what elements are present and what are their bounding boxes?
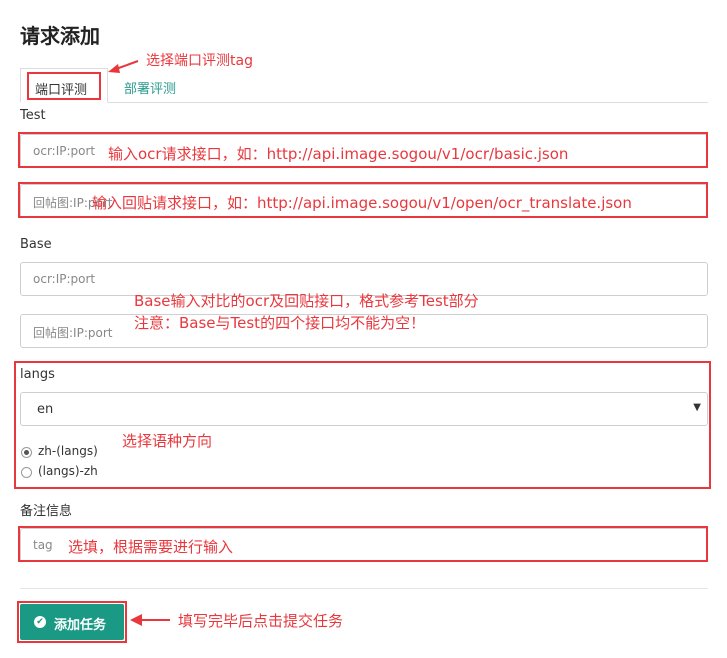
langs-label: langs: [20, 367, 55, 382]
base-label: Base: [20, 237, 52, 252]
tab-arrow-icon: [108, 60, 139, 73]
tab-deploy-eval[interactable]: 部署评测: [124, 78, 176, 97]
chevron-down-icon: ▼: [693, 402, 701, 413]
test-ocr-hint: 输入ocr请求接口，如：http://api.image.sogou/v1/oc…: [108, 145, 569, 163]
tab-highlight-box: [27, 72, 101, 100]
langs-selected-value: en: [37, 402, 54, 417]
radio-zh-langs[interactable]: [21, 447, 32, 458]
page-title: 请求添加: [20, 24, 100, 48]
remark-hint: 选填，根据需要进行输入: [68, 538, 234, 556]
langs-select[interactable]: en ▼: [20, 392, 708, 426]
tab-hint: 选择端口评测tag: [146, 53, 253, 69]
test-label: Test: [20, 108, 46, 123]
base-hint-line2: 注意：Base与Test的四个接口均不能为空！: [134, 314, 426, 332]
test-paste-hint: 输入回贴请求接口，如：http://api.image.sogou/v1/ope…: [92, 194, 632, 212]
base-hint-line1: Base输入对比的ocr及回贴接口，格式参考Test部分: [134, 292, 479, 310]
remark-label: 备注信息: [20, 504, 73, 519]
submit-arrow-icon: [130, 614, 170, 626]
langs-hint: 选择语种方向: [122, 432, 213, 450]
tab-divider: [20, 102, 708, 103]
form-divider: [20, 588, 708, 589]
radio-langs-zh-label: (langs)-zh: [38, 464, 98, 478]
base-paste-placeholder: 回帖图:IP:port: [33, 326, 113, 340]
radio-zh-langs-label: zh-(langs): [38, 444, 98, 458]
submit-hint: 填写完毕后点击提交任务: [178, 612, 344, 630]
base-ocr-placeholder: ocr:IP:port: [33, 272, 96, 286]
radio-checked-dot: [24, 450, 29, 455]
submit-highlight: [17, 601, 127, 643]
radio-langs-zh[interactable]: [21, 467, 32, 478]
